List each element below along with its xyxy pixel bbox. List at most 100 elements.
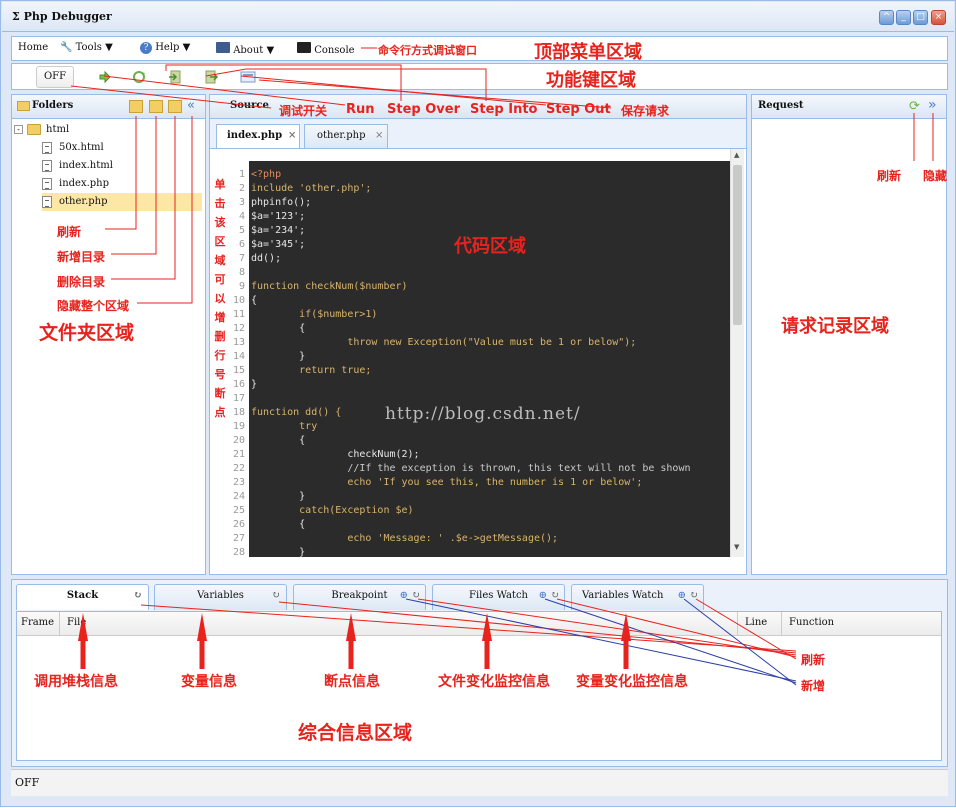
tab-variables-watch[interactable]: Variables Watch ⊕ ↻	[571, 584, 704, 610]
line-number[interactable]: 3	[231, 196, 245, 210]
folder-icon	[17, 101, 30, 111]
line-number[interactable]: 22	[231, 462, 245, 476]
collapse-panel-icon[interactable]: «	[187, 98, 195, 113]
code-line: 4 $a='123';	[213, 210, 730, 224]
step-over-icon[interactable]	[132, 70, 146, 84]
collapse-toggle-icon[interactable]: -	[14, 125, 23, 134]
refresh-requests-icon[interactable]: ⟳	[909, 99, 920, 114]
run-icon[interactable]	[98, 70, 112, 84]
code-text: function dd() {	[251, 407, 342, 418]
code-text: //If the exception is thrown, this text …	[251, 463, 691, 474]
scroll-down-icon[interactable]: ▼	[734, 543, 739, 551]
menu-console[interactable]: Console	[297, 42, 355, 56]
step-into-icon[interactable]	[168, 70, 182, 84]
line-number[interactable]: 2	[231, 182, 245, 196]
tab-variables[interactable]: Variables ↻	[154, 584, 287, 610]
line-number[interactable]: 14	[231, 350, 245, 364]
col-frame[interactable]: Frame	[21, 617, 54, 628]
delete-folder-icon[interactable]	[168, 100, 182, 113]
tab-other-php[interactable]: other.php ×	[304, 124, 388, 148]
line-number[interactable]: 10	[231, 294, 245, 308]
minimize-window-icon[interactable]: _	[896, 10, 911, 25]
new-folder-icon[interactable]	[149, 100, 163, 113]
anno-step-over: Step Over	[387, 102, 460, 117]
line-number[interactable]: 9	[231, 280, 245, 294]
sigma-icon: Σ	[12, 10, 20, 23]
line-number[interactable]: 6	[231, 238, 245, 252]
line-number[interactable]: 15	[231, 364, 245, 378]
tree-label: 50x.html	[59, 142, 104, 153]
tab-breakpoint[interactable]: Breakpoint ⊕ ↻	[293, 584, 426, 610]
code-text: <?php	[251, 169, 282, 180]
tab-label: Variables Watch	[582, 590, 664, 601]
anno-breakpoint-hint: 单击该区域可以增删行号断点	[214, 178, 226, 419]
line-number[interactable]: 28	[231, 546, 245, 557]
close-tab-icon[interactable]: ×	[375, 125, 383, 147]
code-line: 3 phpinfo();	[213, 196, 730, 210]
refresh-icon[interactable]: ↻	[134, 585, 142, 607]
line-number[interactable]: 25	[231, 504, 245, 518]
line-number[interactable]: 7	[231, 252, 245, 266]
request-title: Request	[758, 100, 804, 111]
add-icon[interactable]: ⊕	[539, 585, 547, 607]
refresh-icon[interactable]: ↻	[551, 585, 559, 607]
menu-about[interactable]: About ▼	[216, 42, 274, 56]
code-editor[interactable]: 1 <?php 2 include 'other.php'; 3 phpinfo(); 4 $…	[213, 161, 730, 557]
refresh-icon[interactable]: ↻	[412, 585, 420, 607]
col-file[interactable]: File	[67, 617, 86, 628]
line-number[interactable]: 24	[231, 490, 245, 504]
line-number[interactable]: 18	[231, 406, 245, 420]
line-number[interactable]: 19	[231, 420, 245, 434]
line-number[interactable]: 17	[231, 392, 245, 406]
hide-panel-icon[interactable]: »	[928, 97, 937, 113]
code-line: 25 catch(Exception $e)	[213, 504, 730, 518]
add-icon[interactable]: ⊕	[400, 585, 408, 607]
menu-home[interactable]: Home	[18, 42, 48, 53]
add-icon[interactable]: ⊕	[678, 585, 686, 607]
line-number[interactable]: 12	[231, 322, 245, 336]
col-line[interactable]: Line	[745, 617, 767, 628]
refresh-icon[interactable]: ↻	[272, 585, 280, 607]
refresh-folders-icon[interactable]	[129, 100, 143, 113]
line-number[interactable]: 5	[231, 224, 245, 238]
chevron-down-icon: ▼	[105, 42, 113, 53]
tab-files-watch[interactable]: Files Watch ⊕ ↻	[432, 584, 565, 610]
line-number[interactable]: 8	[231, 266, 245, 280]
code-text: }	[251, 491, 306, 502]
line-number[interactable]: 21	[231, 448, 245, 462]
code-text: catch(Exception $e)	[251, 505, 414, 516]
col-function[interactable]: Function	[789, 617, 834, 628]
line-number[interactable]: 26	[231, 518, 245, 532]
close-tab-icon[interactable]: ×	[288, 125, 296, 147]
code-text: echo 'Message: ' .$e->getMessage();	[251, 533, 559, 544]
code-line: 16}	[213, 378, 730, 392]
chevron-down-icon: ▼	[182, 42, 191, 53]
code-scrollbar[interactable]: ▲ ▼	[730, 149, 744, 557]
menu-help[interactable]: ? Help ▼	[140, 42, 190, 54]
line-number[interactable]: 13	[231, 336, 245, 350]
close-window-icon[interactable]: ×	[931, 10, 946, 25]
collapse-window-icon[interactable]: ^	[879, 10, 894, 25]
line-number[interactable]: 11	[231, 308, 245, 322]
line-number[interactable]: 23	[231, 476, 245, 490]
line-number[interactable]: 4	[231, 210, 245, 224]
line-number[interactable]: 1	[231, 168, 245, 182]
tab-stack[interactable]: Stack ↻	[16, 584, 149, 610]
code-line: 28 }	[213, 546, 730, 557]
tab-index-php[interactable]: index.php ×	[216, 124, 300, 148]
tab-label: index.php	[227, 130, 283, 141]
debug-switch-button[interactable]: OFF	[36, 66, 74, 88]
refresh-icon[interactable]: ↻	[690, 585, 698, 607]
maximize-window-icon[interactable]: □	[913, 10, 928, 25]
tree-label: other.php	[59, 196, 108, 207]
line-number[interactable]: 27	[231, 532, 245, 546]
scroll-thumb[interactable]	[733, 165, 742, 325]
scroll-up-icon[interactable]: ▲	[734, 151, 739, 159]
step-out-icon[interactable]	[204, 70, 219, 84]
code-line: 1 <?php	[213, 168, 730, 182]
save-request-icon[interactable]	[240, 70, 256, 84]
line-number[interactable]: 20	[231, 434, 245, 448]
menu-tools[interactable]: 🔧 Tools ▼	[60, 42, 113, 53]
tree-item-other-php[interactable]: other.php	[42, 193, 202, 211]
line-number[interactable]: 16	[231, 378, 245, 392]
